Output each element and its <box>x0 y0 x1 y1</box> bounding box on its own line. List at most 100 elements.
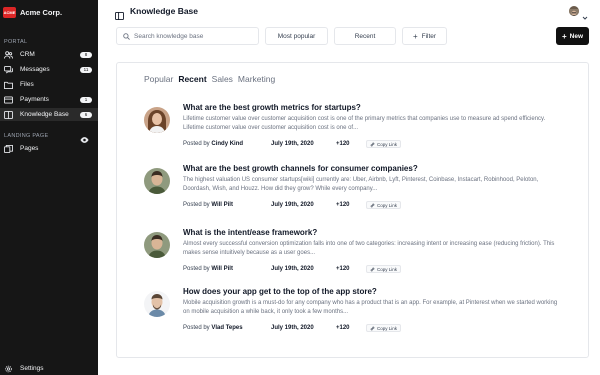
top-bar: Knowledge Base <box>98 0 600 22</box>
author-name[interactable]: Cindy Kind <box>211 141 243 147</box>
section-label-landing-page: LANDING PAGE <box>4 133 49 139</box>
sidebar-item-files[interactable]: Files <box>0 78 98 91</box>
link-icon <box>370 142 375 146</box>
article-excerpt: The highest valuation US consumer startu… <box>183 177 539 192</box>
article-excerpt: Lifetime customer value over customer ac… <box>183 116 546 131</box>
posted-by-label: Posted by <box>183 266 210 272</box>
eye-icon[interactable] <box>80 131 89 143</box>
posted-by: Posted by Will Pilt <box>183 266 271 272</box>
tab-marketing[interactable]: Marketing <box>238 74 275 84</box>
users-icon <box>4 50 13 59</box>
gear-icon <box>4 365 13 373</box>
tab-popular[interactable]: Popular <box>144 74 173 84</box>
copy-link-button[interactable]: Copy Link <box>366 324 402 332</box>
author-avatar <box>144 291 170 317</box>
author-name[interactable]: Will Pilt <box>211 266 233 272</box>
post-date: July 19th, 2020 <box>271 141 314 147</box>
new-label: New <box>569 32 584 40</box>
article-title[interactable]: What is the intent/ease framework? <box>183 228 317 237</box>
engagement-count: +120 <box>336 325 350 331</box>
article-title[interactable]: What are the best growth metrics for sta… <box>183 103 361 112</box>
most-popular-button[interactable]: Most popular <box>265 27 328 45</box>
engagement-count: +120 <box>336 141 350 147</box>
link-icon <box>370 326 375 330</box>
sidebar-item-label: Pages <box>20 145 39 152</box>
copy-link-button[interactable]: Copy Link <box>366 265 402 273</box>
link-icon <box>370 203 375 207</box>
plus-icon: + <box>561 31 567 41</box>
link-icon <box>370 267 375 271</box>
copy-link-button[interactable]: Copy Link <box>366 201 402 209</box>
sidebar-item-settings[interactable]: Settings <box>0 362 98 375</box>
article-meta: Posted by Vlad Tepes July 19th, 2020 +12… <box>183 324 402 332</box>
messages-icon <box>4 65 13 74</box>
copy-link-label: Copy Link <box>377 266 398 272</box>
engagement-count: +120 <box>336 266 350 272</box>
sidebar-item-crm[interactable]: CRM 8 <box>0 48 98 61</box>
copy-link-button[interactable]: Copy Link <box>366 140 402 148</box>
company-name: Acme Corp. <box>20 7 63 17</box>
filter-button[interactable]: + Filter <box>402 27 447 45</box>
article-excerpt: Mobile acquisition growth is a must-do f… <box>183 300 558 315</box>
post-date: July 19th, 2020 <box>271 325 314 331</box>
search-input[interactable] <box>134 32 254 40</box>
book-icon <box>4 110 13 119</box>
recent-button[interactable]: Recent <box>334 27 396 45</box>
page-title: Knowledge Base <box>130 6 199 16</box>
tab-sales[interactable]: Sales <box>212 74 233 84</box>
sidebar-item-label: Payments <box>20 96 49 103</box>
payments-icon <box>4 95 13 104</box>
sidebar-item-label: CRM <box>20 51 35 58</box>
search-icon <box>123 27 130 45</box>
copy-link-label: Copy Link <box>377 141 398 147</box>
engagement-count: +120 <box>336 202 350 208</box>
sidebar-item-label: Settings <box>20 365 44 372</box>
count-badge: 6 <box>80 111 92 118</box>
author-avatar <box>144 107 170 133</box>
article-meta: Posted by Cindy Kind July 19th, 2020 +12… <box>183 140 402 148</box>
sidebar-item-label: Files <box>20 81 34 88</box>
posted-by: Posted by Vlad Tepes <box>183 325 271 331</box>
copy-link-label: Copy Link <box>377 325 398 331</box>
posted-by-label: Posted by <box>183 202 210 208</box>
sidebar-item-pages[interactable]: Pages <box>0 142 98 155</box>
sidebar-item-label: Knowledge Base <box>20 111 69 118</box>
posted-by: Posted by Will Pilt <box>183 202 271 208</box>
article-meta: Posted by Will Pilt July 19th, 2020 +120… <box>183 265 402 273</box>
post-date: July 19th, 2020 <box>271 202 314 208</box>
sidebar-item-knowledge-base[interactable]: Knowledge Base 6 <box>0 108 98 121</box>
new-button[interactable]: + New <box>556 27 589 45</box>
user-avatar[interactable] <box>569 6 579 16</box>
company-logo: ACME <box>3 6 16 18</box>
sidebar-item-messages[interactable]: Messages 11 <box>0 63 98 76</box>
brand[interactable]: ACME Acme Corp. <box>0 1 98 23</box>
sidebar-item-label: Messages <box>20 66 50 73</box>
category-tabs: Popular Recent Sales Marketing <box>144 74 280 84</box>
article-meta: Posted by Will Pilt July 19th, 2020 +120… <box>183 201 402 209</box>
files-icon <box>4 81 13 89</box>
copy-link-label: Copy Link <box>377 202 398 208</box>
plus-icon: + <box>412 31 418 41</box>
article-title[interactable]: What are the best growth channels for co… <box>183 164 418 173</box>
article-title[interactable]: How does your app get to the top of the … <box>183 287 377 296</box>
filter-label: Filter <box>421 32 437 40</box>
posted-by-label: Posted by <box>183 325 210 331</box>
posted-by: Posted by Cindy Kind <box>183 141 271 147</box>
author-avatar <box>144 168 170 194</box>
author-name[interactable]: Will Pilt <box>211 202 233 208</box>
post-date: July 19th, 2020 <box>271 266 314 272</box>
count-badge: 11 <box>80 66 92 73</box>
count-badge: 8 <box>80 51 92 58</box>
author-avatar <box>144 232 170 258</box>
count-badge: 1 <box>80 96 92 103</box>
sidebar-item-payments[interactable]: Payments 1 <box>0 93 98 106</box>
chevron-down-icon[interactable] <box>582 8 588 20</box>
section-label-portal: PORTAL <box>4 39 28 45</box>
tab-recent[interactable]: Recent <box>178 74 206 84</box>
articles-card: Popular Recent Sales Marketing What are … <box>116 62 589 358</box>
search-box[interactable] <box>116 27 259 45</box>
book-icon[interactable] <box>115 7 124 20</box>
article-excerpt: Almost every successful conversion optim… <box>183 241 555 256</box>
author-name[interactable]: Vlad Tepes <box>211 325 242 331</box>
pages-icon <box>4 144 13 153</box>
